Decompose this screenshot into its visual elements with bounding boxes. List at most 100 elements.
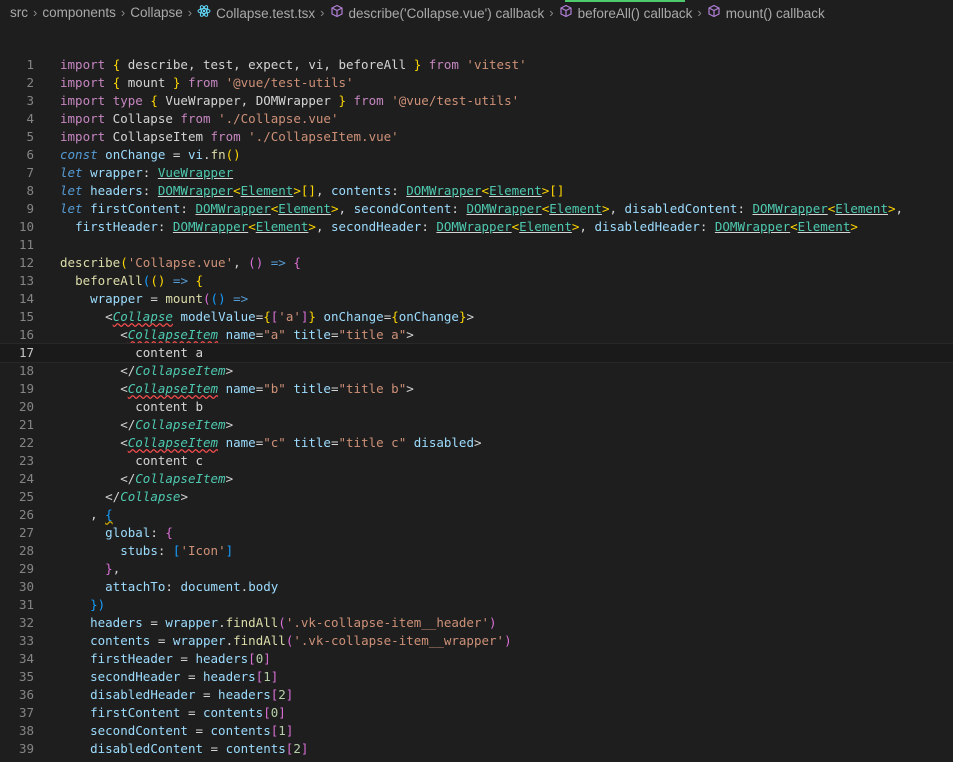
- code-line[interactable]: 34 firstHeader = headers[0]: [0, 650, 953, 668]
- line-number: 34: [18, 651, 34, 666]
- line-number: 8: [26, 183, 34, 198]
- code-line[interactable]: 16 <CollapseItem name="a" title="title a…: [0, 326, 953, 344]
- code-line[interactable]: 6 const onChange = vi.fn(): [0, 146, 953, 164]
- line-number: 29: [18, 561, 34, 576]
- react-icon: [197, 4, 211, 18]
- code-line[interactable]: 4 import Collapse from './Collapse.vue': [0, 110, 953, 128]
- code-token: headers: [90, 183, 143, 198]
- code-line[interactable]: 7 let wrapper: VueWrapper: [0, 164, 953, 182]
- code-token: =: [195, 687, 219, 702]
- code-text: let headers: DOMWrapper<Element>[], cont…: [60, 182, 564, 200]
- code-line[interactable]: 33 contents = wrapper.findAll('.vk-colla…: [0, 632, 953, 650]
- line-number: 6: [26, 147, 34, 162]
- code-token: headers: [218, 687, 271, 702]
- code-line[interactable]: 17 content a: [0, 343, 953, 363]
- breadcrumb-item[interactable]: mount() callback: [707, 4, 825, 21]
- code-line[interactable]: 38 secondContent = contents[1]: [0, 722, 953, 740]
- code-line[interactable]: 35 secondHeader = headers[1]: [0, 668, 953, 686]
- line-number: 1: [26, 57, 34, 72]
- code-token: "b": [263, 381, 286, 396]
- line-number: 9: [26, 201, 34, 216]
- code-token: ,: [895, 201, 904, 216]
- line-number: 17: [18, 345, 34, 360]
- code-text: headers = wrapper.findAll('.vk-collapse-…: [60, 614, 496, 632]
- code-line[interactable]: 39 disabledContent = contents[2]: [0, 740, 953, 758]
- code-text: import Collapse from './Collapse.vue': [60, 110, 338, 128]
- code-line[interactable]: 8 let headers: DOMWrapper<Element>[], con…: [0, 182, 953, 200]
- code-line[interactable]: 37 firstContent = contents[0]: [0, 704, 953, 722]
- code-token: const: [60, 147, 98, 162]
- code-line[interactable]: 15 <Collapse modelValue={['a']} onChange…: [0, 308, 953, 326]
- chevron-right-icon: ›: [187, 4, 193, 20]
- code-line[interactable]: 12 describe('Collapse.vue', () => {: [0, 254, 953, 272]
- breadcrumb-item[interactable]: components: [42, 5, 116, 20]
- code-line[interactable]: 2 import { mount } from '@vue/test-utils': [0, 74, 953, 92]
- code-token: firstContent: [90, 201, 181, 216]
- code-line[interactable]: 9 let firstContent: DOMWrapper<Element>, …: [0, 200, 953, 218]
- code-token: Collapse: [105, 111, 181, 126]
- code-line[interactable]: 24 </CollapseItem>: [0, 470, 953, 488]
- code-line[interactable]: 25 </Collapse>: [0, 488, 953, 506]
- code-line[interactable]: 22 <CollapseItem name="c" title="title c…: [0, 434, 953, 452]
- code-line[interactable]: 26 , {: [0, 506, 953, 524]
- code-token: }: [308, 309, 316, 324]
- code-token: <: [481, 183, 490, 198]
- code-line[interactable]: 27 global: {: [0, 524, 953, 542]
- code-token: headers: [195, 651, 249, 666]
- code-line[interactable]: 5 import CollapseItem from './CollapseIte…: [0, 128, 953, 146]
- code-text: },: [60, 560, 120, 578]
- code-line[interactable]: 28 stubs: ['Icon']: [0, 542, 953, 560]
- code-line[interactable]: 20 content b: [0, 398, 953, 416]
- breadcrumb-item[interactable]: beforeAll() callback: [559, 4, 692, 21]
- code-line[interactable]: 10 firstHeader: DOMWrapper<Element>, sec…: [0, 218, 953, 236]
- code-token: ,: [315, 183, 331, 198]
- code-line[interactable]: 11: [0, 236, 953, 254]
- code-token: onChange: [323, 309, 384, 324]
- code-line[interactable]: 19 <CollapseItem name="b" title="title b…: [0, 380, 953, 398]
- code-token: Element: [240, 183, 294, 198]
- code-line[interactable]: 23 content c: [0, 452, 953, 470]
- code-token: content b: [60, 399, 203, 414]
- code-token: >: [180, 489, 188, 504]
- code-token: Element: [797, 219, 851, 234]
- code-line[interactable]: 14 wrapper = mount(() =>: [0, 290, 953, 308]
- code-token: :: [737, 201, 753, 216]
- breadcrumb-item[interactable]: src: [10, 5, 28, 20]
- code-token: >: [406, 327, 414, 342]
- chevron-right-icon: ›: [697, 4, 702, 20]
- code-token: "title b": [338, 381, 407, 396]
- code-line[interactable]: 30 attachTo: document.body: [0, 578, 953, 596]
- code-line[interactable]: 29 },: [0, 560, 953, 578]
- code-token: from: [180, 111, 211, 126]
- code-token: </: [60, 363, 136, 378]
- code-line[interactable]: 13 beforeAll(() => {: [0, 272, 953, 290]
- code-line[interactable]: 31 }): [0, 596, 953, 614]
- code-token: document: [180, 579, 241, 594]
- code-line[interactable]: 36 disabledHeader = headers[2]: [0, 686, 953, 704]
- code-token: content c: [60, 453, 203, 468]
- code-token: =: [142, 291, 166, 306]
- code-editor[interactable]: 1 import { describe, test, expect, vi, be…: [0, 56, 953, 758]
- code-token: describe: [60, 255, 121, 270]
- code-line[interactable]: 3 import type { VueWrapper, DOMWrapper } …: [0, 92, 953, 110]
- breadcrumb-item[interactable]: Collapse.test.tsx: [197, 4, 315, 21]
- code-token: from: [210, 129, 241, 144]
- code-line[interactable]: 1 import { describe, test, expect, vi, be…: [0, 56, 953, 74]
- code-token: []: [300, 183, 316, 198]
- code-token: 2: [278, 687, 286, 702]
- breadcrumb-item[interactable]: describe('Collapse.vue') callback: [330, 4, 544, 21]
- code-token: contents: [331, 183, 392, 198]
- breadcrumb-item[interactable]: Collapse: [130, 5, 183, 20]
- code-token: >: [406, 381, 414, 396]
- code-line[interactable]: 21 </CollapseItem>: [0, 416, 953, 434]
- code-token: :: [180, 201, 196, 216]
- code-text: import type { VueWrapper, DOMWrapper } f…: [60, 92, 519, 110]
- code-line[interactable]: 32 headers = wrapper.findAll('.vk-collap…: [0, 614, 953, 632]
- code-token: './Collapse.vue': [218, 111, 339, 126]
- code-text: content c: [60, 452, 203, 470]
- code-line[interactable]: 18 </CollapseItem>: [0, 362, 953, 380]
- code-text: <CollapseItem name="c" title="title c" d…: [60, 434, 481, 452]
